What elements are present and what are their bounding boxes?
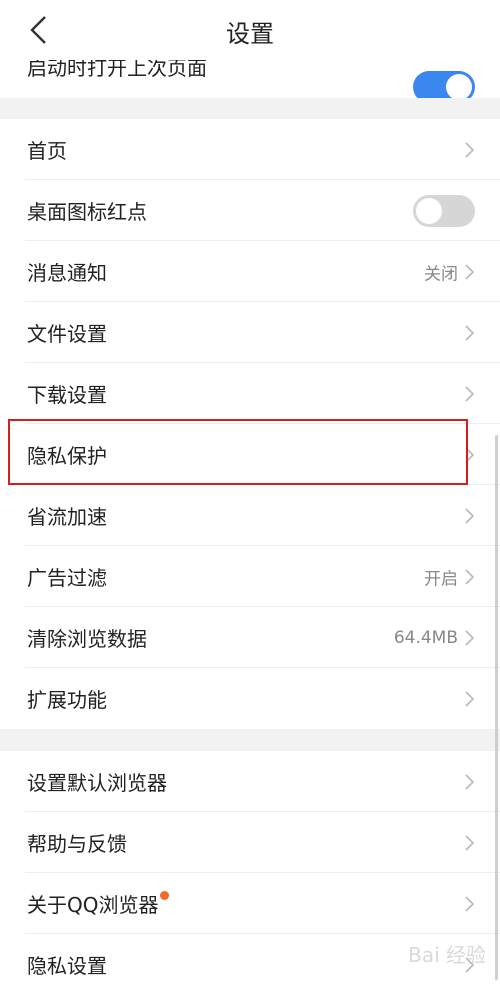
chevron-right-icon — [465, 773, 475, 790]
row-label: 文件设置 — [27, 322, 107, 346]
row-label: 首页 — [27, 139, 67, 163]
settings-section-general: 首页 桌面图标红点 消息通知 关闭 文件设置 下载设置 隐私保护 省流加速 广告… — [0, 119, 500, 729]
settings-row-default-browser[interactable]: 设置默认浏览器 — [0, 751, 500, 812]
row-label: 隐私设置 — [27, 954, 107, 978]
row-label: 启动时打开上次页面 — [27, 60, 207, 80]
chevron-right-icon — [465, 446, 475, 463]
chevron-right-icon — [465, 507, 475, 524]
row-label: 广告过滤 — [27, 566, 107, 590]
restore-last-page-toggle[interactable] — [413, 71, 475, 98]
page-title: 设置 — [226, 20, 274, 48]
row-label: 桌面图标红点 — [27, 200, 147, 224]
settings-row-help-feedback[interactable]: 帮助与反馈 — [0, 812, 500, 873]
toggle-knob — [416, 197, 442, 224]
settings-row-restore-last-page[interactable]: 启动时打开上次页面 — [0, 60, 500, 98]
chevron-right-icon — [465, 141, 475, 158]
settings-row-extensions[interactable]: 扩展功能 — [0, 668, 500, 729]
chevron-right-icon — [465, 568, 475, 585]
settings-row-about[interactable]: 关于QQ浏览器 — [0, 873, 500, 934]
row-label: 省流加速 — [27, 505, 107, 529]
settings-row-data-saver[interactable]: 省流加速 — [0, 485, 500, 546]
toggle-knob — [446, 74, 472, 98]
settings-row-download-settings[interactable]: 下载设置 — [0, 363, 500, 424]
top-bar: 设置 — [0, 0, 500, 60]
chevron-right-icon — [465, 629, 475, 646]
row-value: 开启 — [424, 569, 458, 589]
about-label-text: 关于QQ浏览器 — [27, 893, 159, 917]
row-label: 消息通知 — [27, 261, 107, 285]
row-value: 64.4MB — [393, 627, 458, 648]
row-label: 设置默认浏览器 — [27, 771, 167, 795]
row-label: 清除浏览数据 — [27, 627, 147, 651]
settings-row-desktop-badge[interactable]: 桌面图标红点 — [0, 180, 500, 241]
settings-row-file-settings[interactable]: 文件设置 — [0, 302, 500, 363]
settings-row-notifications[interactable]: 消息通知 关闭 — [0, 241, 500, 302]
desktop-badge-toggle[interactable] — [413, 194, 475, 227]
row-label: 下载设置 — [27, 383, 107, 407]
row-label: 隐私保护 — [27, 444, 107, 468]
scrollbar[interactable] — [495, 435, 498, 980]
row-label: 扩展功能 — [27, 688, 107, 712]
settings-row-clear-browsing-data[interactable]: 清除浏览数据 64.4MB — [0, 607, 500, 668]
chevron-right-icon — [465, 895, 475, 912]
chevron-right-icon — [465, 324, 475, 341]
settings-row-home[interactable]: 首页 — [0, 119, 500, 180]
chevron-right-icon — [465, 690, 475, 707]
row-label: 帮助与反馈 — [27, 832, 127, 856]
watermark-logo: Bai 经验 — [408, 943, 486, 967]
chevron-right-icon — [465, 263, 475, 280]
chevron-right-icon — [465, 385, 475, 402]
new-badge-dot — [160, 891, 170, 900]
settings-row-ad-filter[interactable]: 广告过滤 开启 — [0, 546, 500, 607]
settings-row-privacy-protection[interactable]: 隐私保护 — [0, 424, 500, 485]
row-value: 关闭 — [424, 264, 458, 284]
row-label: 关于QQ浏览器 — [27, 889, 170, 918]
chevron-right-icon — [465, 834, 475, 851]
